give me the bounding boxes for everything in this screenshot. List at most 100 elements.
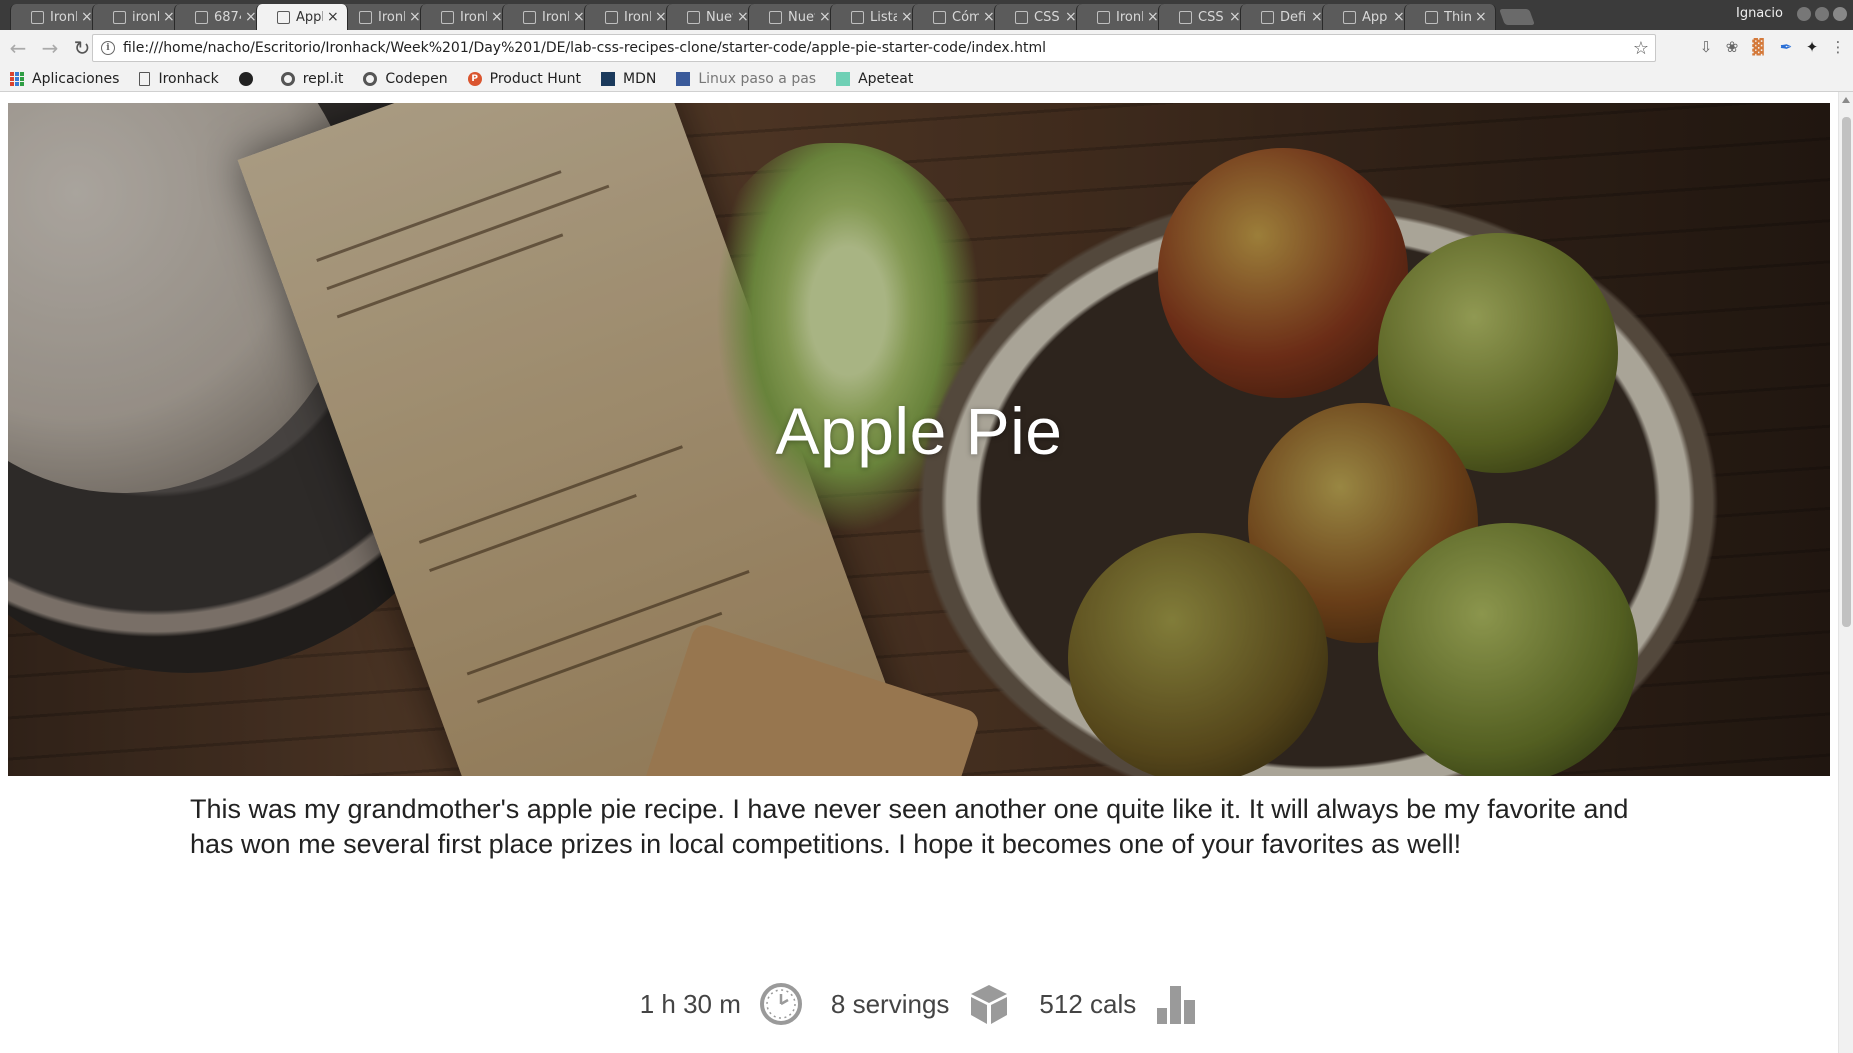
tab-label: Defi [1280,9,1307,25]
tab-favicon-icon [605,10,618,24]
bookmark-item[interactable]: MDN [601,71,656,87]
minimize-window-button[interactable] [1797,7,1811,21]
bookmark-item[interactable] [238,71,261,86]
page-viewport: Apple Pie This was my grandmother's appl… [0,92,1853,1053]
apeteat-icon [836,71,851,86]
bar-chart-icon [1157,986,1196,1024]
tab-favicon-icon [441,10,454,24]
tab-label: Ironh [50,9,77,25]
tab-favicon-icon [277,10,290,24]
browser-tab[interactable]: ironh× [92,4,184,30]
tab-favicon-icon [359,10,372,24]
replit-icon [280,71,295,86]
tab-favicon-icon [31,10,44,24]
tab-favicon-icon [1343,10,1356,24]
browser-tab[interactable]: Thin × [1404,4,1496,30]
tab-label: Ironh [542,9,569,25]
page-scrollbar[interactable] [1838,92,1853,1053]
stat-calories-label: 512 cals [1039,988,1137,1019]
browser-tab[interactable]: Cóm × [912,4,1004,30]
maximize-window-button[interactable] [1815,7,1829,21]
tab-label: CSS [1198,9,1224,25]
browser-tab[interactable]: Ironh× [502,4,594,30]
tab-label: Nueva p [706,9,733,25]
tab-label: Lista [870,9,897,25]
bookmark-item[interactable]: Apeteat [836,71,913,87]
browser-tab[interactable]: Nueva p× [666,4,758,30]
tab-label: Ironh [460,9,487,25]
browser-tab[interactable]: App × [1322,4,1414,30]
tab-favicon-icon [1097,10,1110,24]
stat-time: 1 h 30 m [640,982,803,1026]
tab-favicon-icon [113,10,126,24]
product-hunt-icon: P [467,71,482,86]
address-bar[interactable]: i file:///home/nacho/Escritorio/Ironhack… [92,34,1656,62]
tab-favicon-icon [1425,10,1438,24]
browser-tab[interactable]: Ironh× [420,4,512,30]
stat-calories: 512 cals [1039,982,1198,1026]
stat-time-label: 1 h 30 m [639,988,741,1019]
browser-tab[interactable]: Ironh× [584,4,676,30]
bookmark-item[interactable]: repl.it [280,70,344,87]
bookmark-label: Codepen [385,70,448,87]
bookmark-item[interactable]: Ironhack [139,71,219,87]
browser-tab[interactable]: Nueva p× [748,4,840,30]
forward-button[interactable]: → [36,34,64,62]
browser-tab[interactable]: CSS × [994,4,1086,30]
tab-favicon-icon [851,10,864,24]
profile-name[interactable]: Ignacio [1736,6,1783,21]
hero-title: Apple Pie [775,394,1063,468]
bookmark-item[interactable]: Codepen [363,70,448,87]
browser-tab[interactable]: Defi × [1240,4,1332,30]
browser-menu-icon[interactable]: ⋮ [1829,38,1847,56]
bookmark-item[interactable]: P Product Hunt [467,70,581,87]
back-button[interactable]: ← [4,34,32,62]
bookmark-item[interactable]: Linux paso a pas [676,71,816,87]
scrollbar-thumb[interactable] [1842,117,1851,627]
browser-tab[interactable]: Ironh× [1076,4,1168,30]
new-tab-button[interactable] [1499,9,1535,25]
bookmark-label: Product Hunt [489,70,581,87]
browser-tab[interactable]: Appl × [256,4,348,30]
apps-grid-icon [10,71,24,86]
browser-tab[interactable]: Ironh× [10,4,102,30]
stat-servings: 8 servings [831,982,1012,1026]
scroll-up-arrow-icon[interactable] [1842,97,1850,103]
tab-close-icon[interactable]: × [327,9,339,25]
tab-label: Cóm [952,9,979,25]
browser-tab[interactable]: CSS × [1158,4,1250,30]
tab-favicon-icon [769,10,782,24]
extension-download-icon[interactable]: ⇩ [1697,38,1715,56]
tab-label: ironh [132,9,159,25]
recipe-intro: This was my grandmother's apple pie reci… [190,794,1629,859]
tab-label: App [1362,9,1388,25]
tab-label: Appl [296,9,323,25]
extension-picker-icon[interactable]: ✒ [1777,38,1795,56]
extension-feed-icon[interactable]: ▓ [1749,38,1767,56]
linux-icon [676,71,691,86]
bookmark-star-icon[interactable]: ☆ [1633,38,1649,59]
extension-ninja-icon[interactable]: ✦ [1803,38,1821,56]
cube-icon [971,985,1008,1024]
browser-tab[interactable]: Lista× [830,4,922,30]
extension-leaf-icon[interactable]: ❀ [1723,38,1741,56]
bookmark-label: Linux paso a pas [698,70,817,87]
tab-label: Ironh [378,9,405,25]
bookmark-label: MDN [623,70,657,87]
tab-favicon-icon [195,10,208,24]
address-url: file:///home/nacho/Escritorio/Ironhack/W… [123,40,1046,56]
browser-tab[interactable]: 6874× [174,4,266,30]
bookmark-label: repl.it [302,70,344,87]
clock-icon [759,983,802,1025]
bookmark-label: Aplicaciones [32,70,120,87]
github-icon [238,71,253,86]
close-window-button[interactable] [1833,7,1847,21]
site-info-icon[interactable]: i [101,41,115,55]
tab-close-icon[interactable]: × [1475,9,1487,25]
browser-tab[interactable]: Ironh× [338,4,430,30]
tab-label: Ironh [1116,9,1143,25]
tab-strip: Ironh×ironh×6874×Appl×Ironh×Ironh×Ironh×… [0,0,1853,30]
bookmarks-bar: Aplicaciones Ironhack repl.it Codepen P Produ… [0,66,1853,92]
bookmark-label: Apeteat [858,70,914,87]
bookmark-item[interactable]: Aplicaciones [10,71,119,87]
